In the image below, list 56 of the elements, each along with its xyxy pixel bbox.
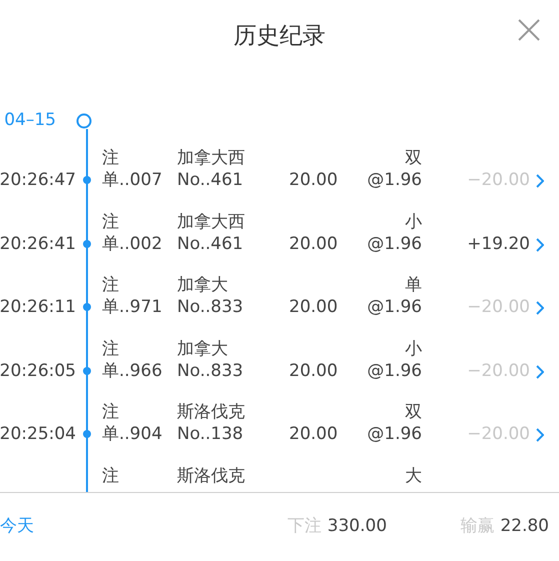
bet-odds: @1.96 — [367, 169, 422, 191]
bet-amount: 20.00 — [289, 232, 338, 254]
bet-pick: 双 — [405, 401, 422, 423]
team-name: 加拿大西 — [177, 210, 245, 232]
order-id: 单..966 — [102, 360, 162, 382]
team-name: 斯洛伐克 — [177, 401, 245, 423]
bet-odds: @1.96 — [367, 232, 422, 254]
bet-odds: @1.96 — [367, 360, 422, 382]
team-name: 加拿大 — [177, 338, 228, 360]
bet-amount: 20.00 — [289, 169, 338, 191]
chevron-right-icon[interactable] — [536, 364, 544, 378]
match-number: No..461 — [177, 169, 244, 191]
order-id: 单..002 — [102, 232, 162, 254]
bet-pick: 大 — [405, 464, 422, 486]
team-name: 斯洛伐克 — [177, 464, 245, 486]
bet-total-value: 330.00 — [327, 515, 387, 538]
order-label: 注 — [102, 210, 119, 232]
order-label: 注 — [102, 147, 119, 169]
order-label: 注 — [102, 464, 119, 486]
bet-time: 20:26:47 — [0, 169, 76, 191]
bet-pick: 小 — [405, 338, 422, 360]
bet-time: 20:26:05 — [0, 360, 76, 382]
team-name: 加拿大西 — [177, 147, 245, 169]
bet-result: +19.20 — [467, 232, 530, 254]
match-number: No..833 — [177, 296, 244, 318]
window-title: 历史纪录 — [234, 22, 326, 51]
bet-amount: 20.00 — [289, 296, 338, 318]
bet-time: 20:25:04 — [0, 423, 76, 445]
order-label: 注 — [102, 274, 119, 296]
match-number: No..461 — [177, 232, 244, 254]
close-icon[interactable] — [518, 19, 540, 41]
match-number: No..833 — [177, 360, 244, 382]
bet-time: 20:26:41 — [0, 232, 76, 254]
order-label: 注 — [102, 401, 119, 423]
order-label: 注 — [102, 338, 119, 360]
chevron-right-icon[interactable] — [536, 174, 544, 188]
bet-pick: 双 — [405, 147, 422, 169]
bet-amount: 20.00 — [289, 360, 338, 382]
bet-pick: 小 — [405, 210, 422, 232]
bet-odds: @1.96 — [367, 296, 422, 318]
chevron-right-icon[interactable] — [536, 301, 544, 315]
chevron-right-icon[interactable] — [536, 428, 544, 442]
match-number: No..138 — [177, 423, 244, 445]
order-id: 单..904 — [102, 423, 162, 445]
order-id: 单..007 — [102, 169, 162, 191]
order-id: 单..971 — [102, 296, 162, 318]
win-total-value: 22.80 — [500, 515, 549, 538]
bet-odds: @1.96 — [367, 423, 422, 445]
timeline-node-icon — [76, 113, 92, 129]
bet-amount: 20.00 — [289, 423, 338, 445]
bet-time: 20:26:11 — [0, 296, 76, 318]
date-label: 04–15 — [4, 109, 56, 132]
bet-pick: 单 — [405, 274, 422, 296]
team-name: 加拿大 — [177, 274, 228, 296]
period-link[interactable]: 今天 — [0, 514, 34, 540]
chevron-right-icon[interactable] — [536, 238, 544, 252]
